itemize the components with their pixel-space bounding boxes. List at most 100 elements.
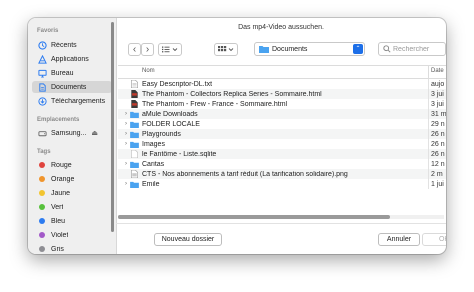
column-header-date[interactable]: Date bbox=[431, 68, 444, 74]
file-date: 31 m bbox=[431, 110, 446, 118]
folder-icon bbox=[130, 160, 139, 168]
column-divider bbox=[428, 139, 429, 149]
sidebar-tag-green[interactable]: Vert bbox=[32, 201, 112, 213]
column-divider[interactable] bbox=[428, 66, 429, 78]
sidebar-item-label: Récents bbox=[51, 41, 77, 49]
column-divider bbox=[428, 89, 429, 99]
file-name: FOLDER LOCALE bbox=[142, 120, 200, 128]
group-view-button[interactable] bbox=[214, 43, 238, 56]
disclosure-triangle-icon[interactable]: › bbox=[123, 181, 129, 187]
file-row[interactable]: › Caritas 12 n bbox=[118, 159, 446, 169]
file-name: aMule Downloads bbox=[142, 110, 198, 118]
column-divider bbox=[428, 119, 429, 129]
footer-divider bbox=[116, 223, 446, 224]
tag-dot-icon bbox=[39, 218, 45, 224]
file-row[interactable]: › Images 26 n bbox=[118, 139, 446, 149]
file-date: 1 jui bbox=[431, 180, 444, 188]
sidebar-item-label: Gris bbox=[51, 245, 64, 253]
column-divider bbox=[428, 179, 429, 189]
list-view-button[interactable] bbox=[158, 43, 182, 56]
disclosure-triangle-icon[interactable]: › bbox=[123, 131, 129, 137]
file-row[interactable]: › Playgrounds 26 n bbox=[118, 129, 446, 139]
file-icon bbox=[130, 100, 139, 108]
file-name: Playgrounds bbox=[142, 130, 181, 138]
location-popup[interactable]: Documents ⌃ bbox=[254, 42, 365, 56]
disclosure-triangle-icon[interactable]: › bbox=[123, 141, 129, 147]
sidebar-item-recents[interactable]: Récents bbox=[32, 39, 112, 51]
disclosure-triangle-icon[interactable]: › bbox=[123, 161, 129, 167]
folder-icon bbox=[130, 180, 139, 188]
sidebar-item-label: Bureau bbox=[51, 69, 74, 77]
file-name: Images bbox=[142, 140, 165, 148]
download-icon bbox=[37, 96, 47, 106]
disclosure-triangle-icon[interactable]: › bbox=[123, 111, 129, 117]
tag-dot-icon bbox=[39, 162, 45, 168]
file-row[interactable]: Easy Descriptor-DL.txt aujo bbox=[118, 79, 446, 89]
sidebar-item-downloads[interactable]: Téléchargements bbox=[32, 95, 112, 107]
folder-icon bbox=[130, 120, 139, 128]
sidebar-item-label: Vert bbox=[51, 203, 64, 211]
file-rows: Easy Descriptor-DL.txt aujo The Phantom - … bbox=[118, 79, 446, 189]
file-date: 12 n bbox=[431, 160, 445, 168]
sidebar-tag-purple[interactable]: Violet bbox=[32, 229, 112, 241]
file-date: 2 m bbox=[431, 170, 443, 178]
file-row[interactable]: › FOLDER LOCALE 29 n bbox=[118, 119, 446, 129]
file-row[interactable]: › Emile 1 jui bbox=[118, 179, 446, 189]
ok-button[interactable]: OK bbox=[422, 233, 446, 246]
sidebar-item-label: Téléchargements bbox=[51, 97, 106, 105]
column-divider bbox=[428, 159, 429, 169]
tag-dot-icon bbox=[39, 246, 45, 252]
file-row[interactable]: The Phantom - Collectors Replica Series … bbox=[118, 89, 446, 99]
disclosure-triangle-icon[interactable]: › bbox=[123, 121, 129, 127]
applications-icon bbox=[37, 54, 47, 64]
sidebar-item-label: Rouge bbox=[51, 161, 72, 169]
file-date: aujo bbox=[431, 80, 445, 88]
sidebar-scrollbar[interactable] bbox=[111, 22, 114, 232]
column-divider bbox=[428, 99, 429, 109]
sidebar-item-label: Applications bbox=[51, 55, 89, 63]
file-row[interactable]: The Phantom - Frew - France - Sommaire.h… bbox=[118, 99, 446, 109]
sidebar-item-label: Orange bbox=[51, 175, 75, 183]
sidebar-item-label: Jaune bbox=[51, 189, 71, 197]
chevron-left-icon: ‹ bbox=[132, 43, 137, 55]
sidebar-tag-blue[interactable]: Bleu bbox=[32, 215, 112, 227]
file-name: The Phantom - Collectors Replica Series … bbox=[142, 90, 322, 98]
search-input[interactable] bbox=[393, 45, 445, 53]
scrollbar-thumb[interactable] bbox=[118, 215, 390, 219]
sidebar-tag-orange[interactable]: Orange bbox=[32, 173, 112, 185]
tag-dot-icon bbox=[39, 176, 45, 182]
file-date: 26 n bbox=[431, 150, 445, 158]
sidebar-tag-red[interactable]: Rouge bbox=[32, 159, 112, 171]
column-header-name[interactable]: Nom bbox=[142, 68, 155, 74]
forward-button[interactable]: › bbox=[141, 43, 154, 56]
new-folder-button[interactable]: Nouveau dossier bbox=[154, 233, 222, 246]
file-date: 26 n bbox=[431, 130, 445, 138]
file-date: 29 n bbox=[431, 120, 445, 128]
file-row[interactable]: le Fantôme - Liste.sqlite 26 n bbox=[118, 149, 446, 159]
column-divider bbox=[428, 79, 429, 89]
horizontal-scrollbar[interactable] bbox=[118, 215, 444, 219]
file-name: Emile bbox=[142, 180, 160, 188]
file-icon bbox=[130, 170, 139, 178]
file-name: CTS - Nos abonnements à tarif réduit (La… bbox=[142, 170, 348, 178]
sidebar-item-documents[interactable]: Documents bbox=[32, 81, 112, 93]
eject-icon[interactable]: ⏏ bbox=[91, 129, 98, 137]
file-icon bbox=[130, 150, 139, 158]
sidebar-header-tags: Tags bbox=[37, 149, 51, 155]
file-row[interactable]: › aMule Downloads 31 m bbox=[118, 109, 446, 119]
list-header: Nom Date bbox=[118, 66, 446, 79]
file-row[interactable]: CTS - Nos abonnements à tarif réduit (La… bbox=[118, 169, 446, 179]
cancel-button[interactable]: Annuler bbox=[378, 233, 420, 246]
file-date: 3 jui bbox=[431, 100, 444, 108]
file-list: Nom Date Easy Descriptor-DL.txt aujo The P… bbox=[118, 65, 446, 217]
search-field[interactable] bbox=[378, 42, 446, 56]
chevron-right-icon: › bbox=[145, 43, 150, 55]
back-button[interactable]: ‹ bbox=[128, 43, 141, 56]
file-name: le Fantôme - Liste.sqlite bbox=[142, 150, 217, 158]
sidebar-item-desktop[interactable]: Bureau bbox=[32, 67, 112, 79]
sidebar-tag-gray[interactable]: Gris bbox=[32, 243, 112, 254]
sidebar-item-samsung-drive[interactable]: Samsung... ⏏ bbox=[32, 127, 112, 139]
sidebar-tag-yellow[interactable]: Jaune bbox=[32, 187, 112, 199]
sidebar-item-applications[interactable]: Applications bbox=[32, 53, 112, 65]
file-icon bbox=[130, 90, 139, 98]
